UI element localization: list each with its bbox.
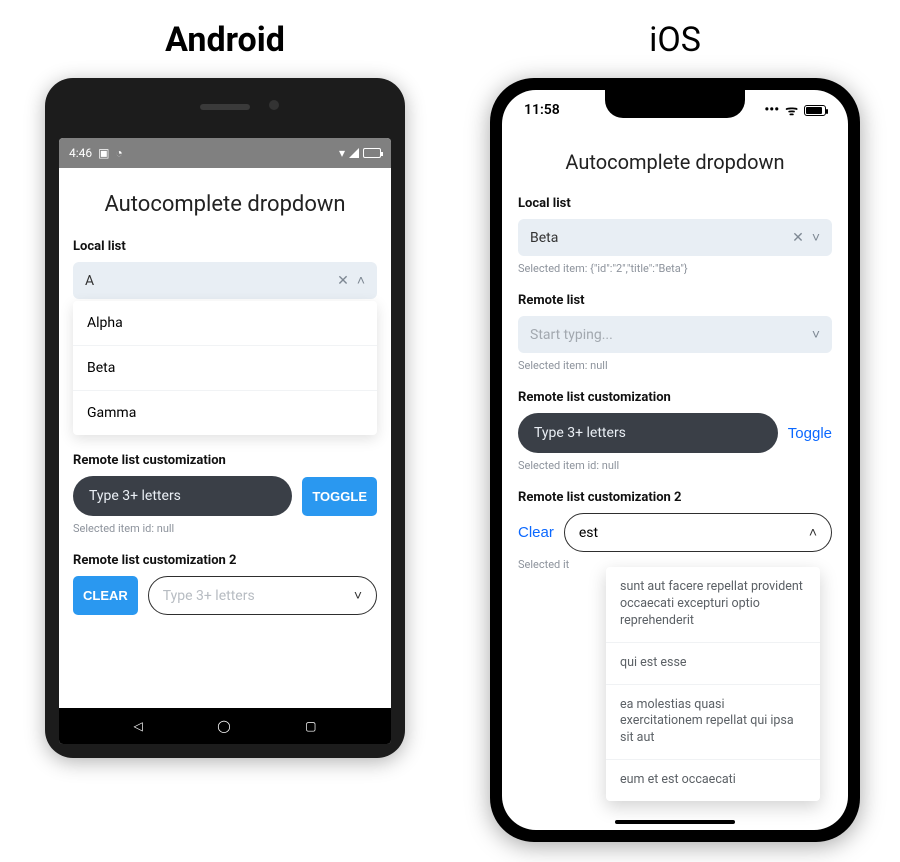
remote-list-helper: Selected item: null: [518, 359, 832, 372]
toggle-button[interactable]: TOGGLE: [302, 477, 377, 516]
android-status-time: 4:46: [69, 146, 92, 160]
local-list-value: A: [85, 273, 329, 289]
wifi-icon: ▾: [339, 146, 345, 160]
remote-list-placeholder: Start typing...: [530, 327, 804, 343]
notification-icon: ◔: [115, 146, 122, 160]
chevron-up-icon[interactable]: ˄: [809, 524, 817, 541]
ios-device-frame: 11:58 ••• ᯤ Autocomplete dropdown Local …: [490, 78, 860, 842]
toggle-button[interactable]: Toggle: [788, 425, 832, 442]
ios-status-time: 11:58: [524, 102, 560, 118]
clear-button[interactable]: CLEAR: [73, 576, 138, 615]
remote-custom2-label: Remote list customization 2: [518, 490, 832, 505]
remote-custom-input[interactable]: Type 3+ letters: [518, 413, 778, 453]
chevron-down-icon[interactable]: ˅: [812, 326, 820, 343]
clear-button[interactable]: Clear: [518, 524, 554, 541]
remote-custom2-placeholder: Type 3+ letters: [163, 588, 346, 604]
dropdown-item[interactable]: Beta: [73, 346, 377, 391]
dropdown-item[interactable]: qui est esse: [606, 643, 820, 685]
remote-custom-helper: Selected item id: null: [518, 459, 832, 472]
remote-custom-label: Remote list customization: [518, 390, 832, 405]
clear-icon[interactable]: ✕: [337, 273, 349, 289]
platform-label-ios: iOS: [649, 20, 701, 60]
remote-custom2-label: Remote list customization 2: [73, 553, 377, 568]
battery-icon: [363, 148, 381, 158]
signal-icon: •••: [764, 102, 779, 118]
signal-icon: [349, 148, 359, 158]
chevron-down-icon[interactable]: ˅: [354, 587, 362, 604]
remote-custom2-dropdown: sunt aut facere repellat provident occae…: [606, 567, 820, 801]
android-status-bar: 4:46 ▣ ◔ ▾: [59, 138, 391, 168]
nav-back-icon[interactable]: ◁: [133, 719, 142, 733]
chevron-up-icon[interactable]: ˄: [357, 272, 365, 289]
battery-icon: [804, 105, 826, 116]
page-title: Autocomplete dropdown: [518, 150, 832, 174]
ios-home-indicator[interactable]: [615, 820, 735, 824]
remote-custom2-input[interactable]: est ˄: [564, 513, 832, 552]
ios-status-bar: 11:58 ••• ᯤ: [502, 90, 848, 130]
remote-custom-helper: Selected item id: null: [73, 522, 377, 535]
chevron-down-icon[interactable]: ˅: [812, 229, 820, 246]
nav-recent-icon[interactable]: ▢: [305, 719, 316, 733]
dropdown-item[interactable]: ea molestias quasi exercitationem repell…: [606, 685, 820, 761]
dropdown-item[interactable]: Gamma: [73, 391, 377, 435]
local-list-value: Beta: [530, 230, 784, 246]
remote-custom-placeholder: Type 3+ letters: [89, 488, 181, 504]
remote-custom-placeholder: Type 3+ letters: [534, 425, 626, 441]
remote-custom2-value: est: [579, 525, 801, 541]
local-list-input[interactable]: Beta ✕ ˅: [518, 219, 832, 256]
dropdown-item[interactable]: eum et est occaecati: [606, 760, 820, 801]
remote-custom2-input[interactable]: Type 3+ letters ˅: [148, 576, 377, 615]
local-list-input[interactable]: A ✕ ˄: [73, 262, 377, 299]
local-list-helper: Selected item: {"id":"2","title":"Beta"}: [518, 262, 832, 275]
remote-custom-label: Remote list customization: [73, 453, 377, 468]
android-device-frame: 4:46 ▣ ◔ ▾ Autocomplete dropdown Local l…: [45, 78, 405, 758]
remote-list-label: Remote list: [518, 293, 832, 308]
nav-home-icon[interactable]: ◯: [217, 719, 230, 733]
dropdown-item[interactable]: sunt aut facere repellat provident occae…: [606, 567, 820, 643]
dropdown-item[interactable]: Alpha: [73, 301, 377, 346]
local-list-label: Local list: [518, 196, 832, 211]
local-list-dropdown: Alpha Beta Gamma: [73, 301, 377, 435]
android-nav-bar: ◁ ◯ ▢: [59, 708, 391, 744]
notification-icon: ▣: [98, 146, 109, 160]
remote-list-input[interactable]: Start typing... ˅: [518, 316, 832, 353]
platform-label-android: Android: [165, 20, 285, 60]
page-title: Autocomplete dropdown: [73, 192, 377, 217]
local-list-label: Local list: [73, 239, 377, 254]
clear-icon[interactable]: ✕: [792, 230, 804, 246]
wifi-icon: ᯤ: [785, 101, 798, 120]
remote-custom-input[interactable]: Type 3+ letters: [73, 476, 292, 516]
